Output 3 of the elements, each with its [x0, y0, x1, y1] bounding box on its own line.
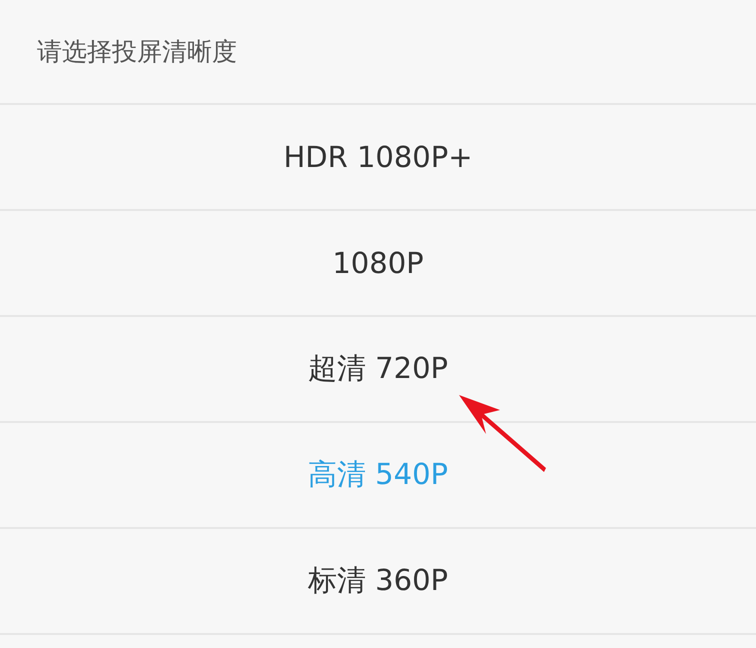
- dialog-title: 请选择投屏清晰度: [37, 36, 237, 68]
- resolution-option[interactable]: HDR 1080P+: [0, 105, 756, 211]
- resolution-option[interactable]: 1080P: [0, 211, 756, 317]
